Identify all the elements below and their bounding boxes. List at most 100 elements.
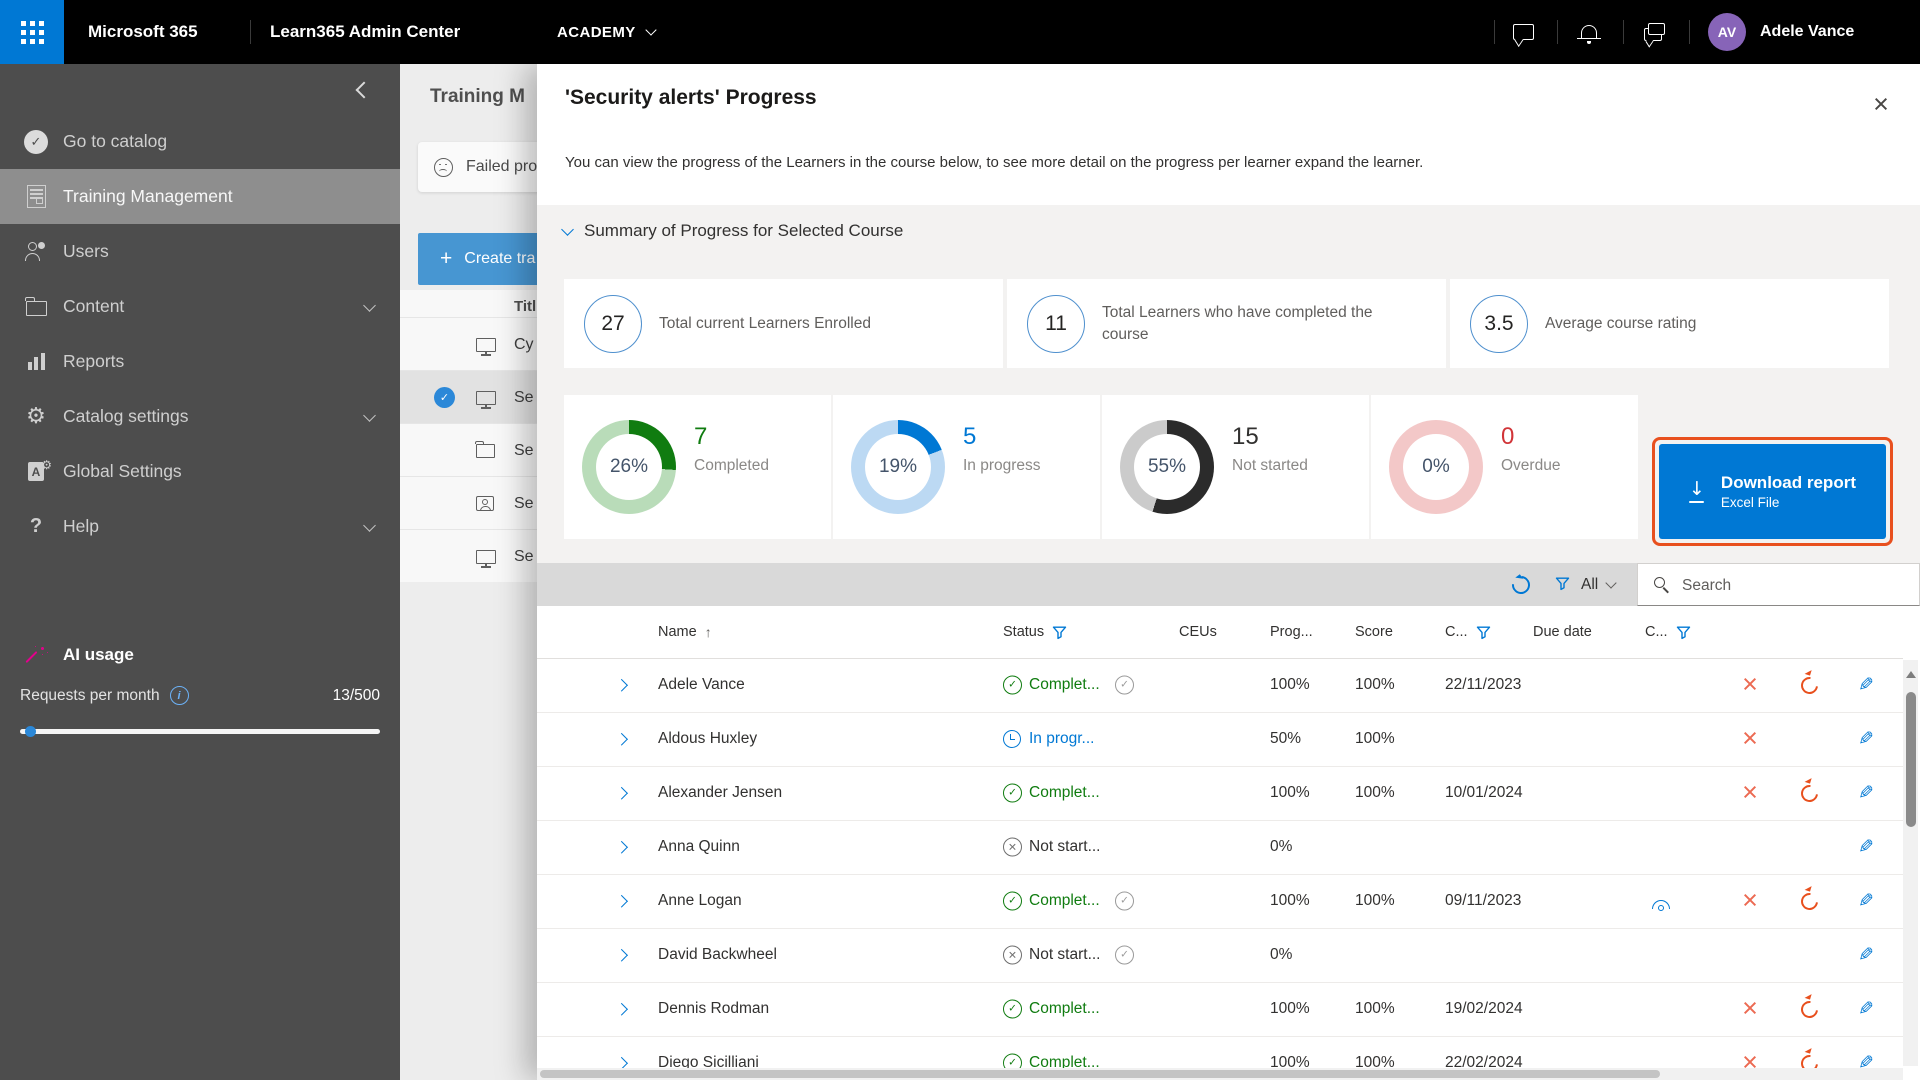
learner-name: Dennis Rodman	[658, 1000, 769, 1018]
edit-button[interactable]: ✎	[1854, 727, 1878, 751]
edit-button[interactable]: ✎	[1854, 835, 1878, 859]
list-item[interactable]: ✓Se	[400, 370, 537, 424]
edit-button[interactable]: ✎	[1854, 997, 1878, 1021]
remove-button[interactable]	[1738, 673, 1762, 697]
list-item[interactable]: Cy	[400, 317, 537, 371]
sidebar-item-catalog-settings[interactable]: ⚙Catalog settings	[0, 389, 400, 444]
column-header-duedate[interactable]: Due date	[1533, 606, 1592, 658]
list-item-label: Cy	[514, 336, 534, 354]
filter-all-dropdown[interactable]: All	[1581, 563, 1615, 606]
table-row: Diego SicillianiComplet...100%100%22/02/…	[537, 1036, 1903, 1068]
retake-button[interactable]	[1797, 889, 1821, 913]
completed-date: 22/11/2023	[1445, 676, 1521, 694]
folder-icon	[476, 444, 495, 458]
filter-icon[interactable]	[1676, 625, 1691, 640]
column-header-status[interactable]: Status	[1003, 606, 1067, 658]
avatar[interactable]: AV	[1708, 13, 1746, 51]
view-certificate-button[interactable]	[1649, 889, 1673, 913]
donut-percent-label: 26%	[596, 434, 662, 500]
sidebar-item-label: Help	[63, 516, 99, 537]
expand-row-button[interactable]	[613, 1053, 633, 1068]
sidebar-item-label: Go to catalog	[63, 131, 167, 152]
expand-row-button[interactable]	[613, 999, 633, 1019]
list-item[interactable]: Se	[400, 423, 537, 477]
edit-button[interactable]: ✎	[1854, 943, 1878, 967]
remove-button[interactable]	[1738, 1051, 1762, 1068]
chat-button[interactable]	[1500, 0, 1546, 64]
feedback-button[interactable]	[1630, 0, 1676, 64]
tenant-dropdown[interactable]: ACADEMY	[557, 0, 655, 64]
summary-header-label: Summary of Progress for Selected Course	[584, 221, 903, 241]
remove-button[interactable]	[1738, 997, 1762, 1021]
column-header-ceus[interactable]: CEUs	[1179, 606, 1217, 658]
sidebar-item-global-settings[interactable]: AGlobal Settings	[0, 444, 400, 499]
sidebar-collapse-button[interactable]	[352, 78, 376, 102]
remove-button[interactable]	[1738, 781, 1762, 805]
status-label: Complet...	[1029, 784, 1100, 802]
edit-button[interactable]: ✎	[1854, 1051, 1878, 1068]
retake-button[interactable]	[1797, 673, 1821, 697]
summary-header[interactable]: Summary of Progress for Selected Course	[563, 221, 903, 241]
column-header-prog[interactable]: Prog...	[1270, 606, 1313, 658]
expand-row-button[interactable]	[613, 837, 633, 857]
expand-row-button[interactable]	[613, 945, 633, 965]
column-header-c[interactable]: C...	[1445, 606, 1491, 658]
scrollbar-thumb[interactable]	[1906, 692, 1916, 827]
eye-icon	[1652, 900, 1670, 909]
column-header-title[interactable]: Titl	[514, 298, 536, 315]
expand-row-button[interactable]	[613, 729, 633, 749]
column-header-score[interactable]: Score	[1355, 606, 1393, 658]
expand-row-button[interactable]	[613, 675, 633, 695]
search-input[interactable]	[1680, 564, 1914, 607]
edit-button[interactable]: ✎	[1854, 781, 1878, 805]
app-launcher-button[interactable]	[0, 0, 64, 64]
chevron-down-icon	[363, 409, 376, 422]
scroll-up-arrow-icon[interactable]	[1906, 666, 1916, 678]
close-button[interactable]: ×	[1865, 88, 1897, 120]
filter-icon[interactable]	[1052, 625, 1067, 640]
chevron-right-icon	[615, 679, 627, 691]
remove-button[interactable]	[1738, 889, 1762, 913]
panel-description: You can view the progress of the Learner…	[565, 154, 1423, 171]
sidebar-item-reports[interactable]: Reports	[0, 334, 400, 389]
chevron-right-icon	[615, 841, 627, 853]
list-item[interactable]: Se	[400, 529, 537, 583]
user-name[interactable]: Adele Vance	[1760, 0, 1854, 64]
list-item[interactable]: Se	[400, 476, 537, 530]
retake-button[interactable]	[1797, 781, 1821, 805]
monitor-icon	[476, 550, 496, 564]
column-header-name[interactable]: Name↑	[658, 606, 712, 658]
product-title[interactable]: Learn365 Admin Center	[270, 0, 460, 64]
notifications-button[interactable]	[1566, 0, 1612, 64]
filter-icon[interactable]	[1555, 576, 1570, 596]
expand-row-button[interactable]	[613, 891, 633, 911]
edit-button[interactable]: ✎	[1854, 889, 1878, 913]
sidebar-item-users[interactable]: Users	[0, 224, 400, 279]
horizontal-scrollbar[interactable]	[537, 1068, 1903, 1080]
edit-button[interactable]: ✎	[1854, 673, 1878, 697]
help-icon: ?	[22, 513, 50, 541]
sidebar-item-help[interactable]: ? Help	[0, 499, 400, 554]
retake-button[interactable]	[1797, 997, 1821, 1021]
sidebar-item-ai-usage[interactable]: AI usage	[0, 634, 400, 676]
download-report-button[interactable]: ↓ Download report Excel File	[1659, 444, 1886, 539]
info-icon[interactable]: i	[170, 686, 189, 705]
brand-title[interactable]: Microsoft 365	[88, 0, 198, 64]
sidebar-item-content[interactable]: Content	[0, 279, 400, 334]
failed-progress-button[interactable]: Failed pro	[418, 142, 537, 192]
expand-row-button[interactable]	[613, 783, 633, 803]
remove-button[interactable]	[1738, 727, 1762, 751]
requests-progress-bar[interactable]	[20, 729, 380, 734]
chat-icon	[1513, 24, 1534, 40]
vertical-scrollbar[interactable]	[1903, 660, 1918, 1066]
sidebar-item-go-to-catalog[interactable]: ✓Go to catalog	[0, 114, 400, 169]
in-progress-clock-icon	[1003, 730, 1021, 748]
create-training-button[interactable]: + Create tra	[418, 233, 537, 285]
filter-icon[interactable]	[1476, 625, 1491, 640]
refresh-icon[interactable]	[1508, 572, 1533, 597]
retake-button[interactable]	[1797, 1051, 1821, 1068]
sidebar-item-training-management[interactable]: Training Management	[0, 169, 400, 224]
donut-label: Overdue	[1501, 457, 1560, 475]
column-header-c[interactable]: C...	[1645, 606, 1691, 658]
stat-value: 11	[1027, 295, 1085, 353]
